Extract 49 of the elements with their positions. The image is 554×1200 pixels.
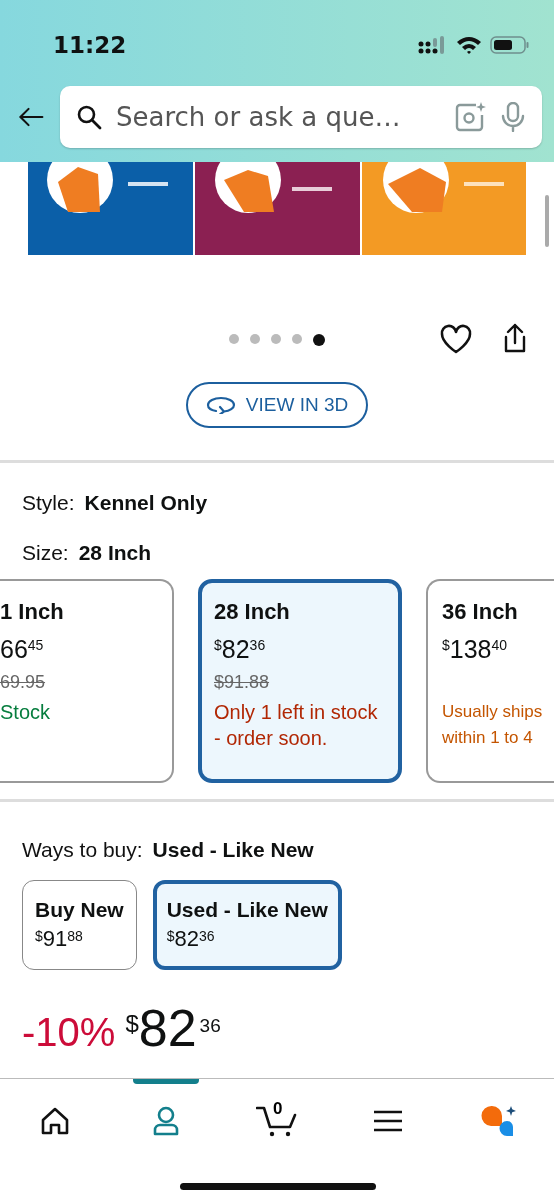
page-indicator-dot[interactable]: [292, 334, 302, 344]
availability-text: Only 1 left in stock - order soon.: [214, 700, 379, 751]
size-option-card[interactable]: 1 Inch 66$^{45}$ 69.95 Stock: [0, 579, 174, 783]
size-label: Size:: [22, 541, 69, 565]
camera-icon[interactable]: [454, 101, 486, 133]
back-arrow-icon[interactable]: [18, 105, 44, 129]
rotate-icon: [205, 396, 236, 414]
scrollbar: [545, 195, 549, 247]
size-value: 28 Inch: [78, 541, 152, 565]
availability-text: Usually ships within 1 to 4: [442, 701, 544, 749]
ways-to-buy-label: Ways to buy:: [22, 838, 143, 862]
battery-icon: [490, 35, 530, 55]
page-indicator-dot[interactable]: [250, 334, 260, 344]
option-price: $^{$}$82$^{36}$: [214, 635, 267, 664]
size-option-title: 1 Inch: [0, 599, 65, 625]
share-icon[interactable]: [502, 323, 528, 353]
page-indicator-dot[interactable]: [313, 334, 325, 346]
wifi-icon: [456, 36, 482, 54]
size-option-title: 28 Inch: [214, 599, 291, 625]
search-bar[interactable]: Search or ask a que…: [60, 86, 542, 148]
search-field[interactable]: Search or ask a que…: [116, 102, 440, 132]
page-indicator-dot[interactable]: [271, 334, 281, 344]
deal-price: $^{$}$82$^{36}$: [125, 1000, 221, 1056]
page-indicator-dot[interactable]: [229, 334, 239, 344]
status-time: 11:22: [53, 32, 127, 58]
heart-icon[interactable]: [440, 324, 472, 354]
menu-icon: [372, 1110, 403, 1132]
option-price: $^{$}$138$^{40}$: [442, 635, 509, 664]
list-price: 69.95: [0, 672, 47, 693]
size-option-title: 36 Inch: [442, 599, 519, 625]
buy-option-button[interactable]: Buy New $^{$}$91$^{88}$: [22, 880, 137, 970]
search-icon: [76, 104, 102, 130]
style-label: Style:: [22, 491, 75, 515]
ways-to-buy-value: Used - Like New: [152, 838, 314, 862]
chat-bubbles-icon: [479, 1105, 518, 1137]
cart-count: 0: [273, 1099, 283, 1119]
home-icon: [40, 1107, 71, 1135]
cart-tab[interactable]: 0: [237, 1079, 317, 1145]
size-option-card[interactable]: 36 Inch $^{$}$138$^{40}$ Usually ships within 1 to 4: [426, 579, 554, 783]
option-price: 66$^{45}$: [0, 635, 45, 664]
view-in-3d-button[interactable]: VIEW IN 3D: [185, 382, 369, 428]
buy-option-button[interactable]: Used - Like New $^{$}$82$^{36}$: [152, 880, 342, 970]
availability-text: Stock: [0, 700, 52, 725]
list-price: $91.88: [214, 672, 271, 693]
style-value: Kennel Only: [84, 491, 208, 515]
person-icon: [152, 1106, 181, 1136]
size-option-card[interactable]: 28 Inch $^{$}$82$^{36}$ $91.88 Only 1 left in stock - order soon.: [198, 579, 402, 783]
discount-percent: -10%: [22, 1010, 116, 1055]
microphone-icon[interactable]: [500, 102, 526, 132]
